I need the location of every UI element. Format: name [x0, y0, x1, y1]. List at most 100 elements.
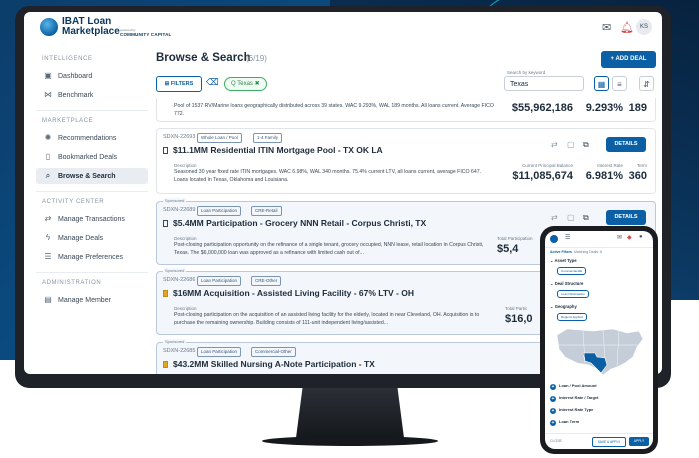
search-label: Search by keyword	[507, 70, 546, 75]
deal-tag: Loan Participation	[197, 347, 242, 357]
brand-logo-icon[interactable]	[40, 18, 58, 36]
open-external-icon[interactable]: ⧉	[583, 213, 589, 223]
benchmark-icon: ⋈	[44, 90, 52, 99]
plus-icon: +	[550, 384, 556, 390]
sidebar-section-administration: ADMINISTRATION	[42, 280, 102, 286]
deal-title[interactable]: $11.1MM Residential ITIN Mortgage Pool -…	[163, 145, 383, 155]
sidebar-item-manage-deals[interactable]: ϟ Manage Deals	[36, 230, 148, 246]
mobile-section-deal-structure[interactable]: ⌄ Deal Structure	[550, 281, 583, 286]
bookmark-icon[interactable]	[163, 147, 168, 154]
mobile-row-interest-rate-target[interactable]: + Interest Rate / Target	[550, 395, 599, 402]
deal-tag: Whole Loan / Pool	[197, 133, 242, 143]
mobile-chip[interactable]: Commercial-RE	[557, 267, 587, 275]
sidebar-section-intelligence: INTELLIGENCE	[42, 56, 93, 62]
remove-chip-icon[interactable]: ✖	[255, 81, 260, 87]
brand-name-line2: Marketplace	[62, 26, 120, 37]
mobile-avatar-icon[interactable]: ●	[639, 234, 643, 240]
mobile-row-loan-term[interactable]: + Loan Term	[550, 419, 579, 426]
mail-icon[interactable]: ✉	[602, 21, 611, 34]
mobile-brand-logo-icon[interactable]	[550, 235, 558, 243]
deal-tag: CRE-Retail	[251, 206, 282, 216]
clear-filters-icon[interactable]: ⌫	[206, 77, 219, 88]
list-view-button[interactable]: ≡	[612, 76, 627, 91]
compare-icon[interactable]: ⇄	[551, 140, 558, 149]
sidebar-divider	[36, 191, 148, 192]
mobile-row-loan-amount[interactable]: + Loan / Pool Amount	[550, 383, 597, 390]
deal-term: 360	[628, 170, 647, 182]
mobile-mail-icon[interactable]: ✉	[617, 234, 622, 241]
grid-view-button[interactable]: ▦	[594, 76, 609, 91]
open-external-icon[interactable]: ⧉	[583, 140, 589, 150]
section-label: Geography	[554, 304, 577, 309]
sidebar-item-manage-preferences[interactable]: ☰ Manage Preferences	[36, 249, 148, 265]
sidebar-item-bookmarked-deals[interactable]: ▯ Bookmarked Deals	[36, 149, 148, 165]
deal-rate: 6.981%	[585, 170, 623, 182]
monitor-base	[262, 436, 438, 446]
deal-balance: $55,962,186	[511, 102, 573, 114]
page-title: Browse & Search	[156, 52, 251, 64]
sort-icon: ⇵	[643, 80, 650, 89]
mobile-apply-button[interactable]: APPLY	[629, 437, 649, 446]
mobile-close-button[interactable]: CLOSE	[550, 439, 562, 443]
sidebar-item-dashboard[interactable]: ▣ Dashboard	[36, 68, 148, 84]
deal-tag: Commercial-Other	[251, 347, 296, 357]
deal-description: Post-closing participation on the acquis…	[174, 312, 480, 326]
monitor-stand	[296, 388, 404, 438]
mobile-bell-icon[interactable]: ◆	[627, 234, 632, 241]
deal-card[interactable]: Pool of 1537 RV/Marine loans geographica…	[156, 98, 656, 122]
bookmark-icon[interactable]	[163, 220, 168, 227]
sort-button[interactable]: ⇵	[639, 76, 654, 91]
rate-label: Interest Rate	[597, 163, 623, 168]
filter-chip-label: Q Texas	[231, 81, 253, 87]
mobile-chip[interactable]: Regions Applied	[557, 313, 587, 321]
list-icon: ≡	[617, 80, 622, 89]
deal-card[interactable]: SDXN-22693 Whole Loan / Pool 1-4 Family …	[156, 128, 656, 194]
tab-active-filters[interactable]: Active Filters	[550, 250, 572, 254]
filters-button[interactable]: ⊞ FILTERS	[156, 76, 202, 92]
mobile-section-geography[interactable]: ⌄ Geography	[550, 304, 577, 309]
keyword-search-input[interactable]: Texas	[504, 76, 584, 91]
document-icon[interactable]: ▢	[567, 140, 575, 149]
description-label: Description	[174, 306, 197, 311]
mobile-chip[interactable]: Loan Participation	[557, 290, 590, 298]
sidebar-divider	[36, 110, 148, 111]
sidebar-item-label: Manage Transactions	[58, 216, 125, 223]
add-deal-button[interactable]: + ADD DEAL	[601, 51, 656, 68]
bookmark-filled-icon[interactable]	[163, 290, 168, 297]
bookmark-filled-icon[interactable]	[163, 361, 168, 368]
sidebar-item-browse-search[interactable]: ⌕ Browse & Search	[36, 168, 148, 184]
mobile-save-apply-button[interactable]: SAVE & APPLY	[592, 437, 626, 447]
sidebar-item-label: Manage Preferences	[58, 254, 123, 261]
row-label: Interest Rate Type	[559, 407, 594, 412]
deal-description: Seasoned 30 year fixed rate ITIN mortgag…	[174, 169, 482, 183]
deal-title[interactable]: $5.4MM Participation - Grocery NNN Retai…	[163, 218, 426, 228]
top-bar: IBAT Loan Marketplace powered by COMMUNI…	[24, 12, 662, 42]
document-icon[interactable]: ▢	[567, 213, 575, 222]
sidebar-item-manage-transactions[interactable]: ⇄ Manage Transactions	[36, 211, 148, 227]
compare-icon[interactable]: ⇄	[551, 213, 558, 222]
deal-rate: 9.293%	[585, 102, 623, 114]
user-avatar[interactable]: KS	[636, 19, 652, 35]
deal-title-text: $16MM Acquisition - Assisted Living Faci…	[173, 288, 415, 298]
row-label: Loan / Pool Amount	[559, 383, 597, 388]
deal-title[interactable]: $16MM Acquisition - Assisted Living Faci…	[163, 288, 414, 298]
sidebar-item-label: Benchmark	[58, 92, 94, 99]
deal-title[interactable]: $43.2MM Skilled Nursing A-Note Participa…	[163, 359, 375, 369]
mobile-menu-icon[interactable]: ☰	[565, 234, 570, 241]
sidebar-item-recommendations[interactable]: ✺ Recommendations	[36, 130, 148, 146]
bookmark-icon: ▯	[45, 152, 51, 161]
notification-bell-icon[interactable]: 🔔︎	[620, 21, 634, 34]
details-button[interactable]: DETAILS	[606, 137, 646, 152]
recommendations-icon: ✺	[44, 133, 52, 142]
sidebar-item-benchmark[interactable]: ⋈ Benchmark	[36, 87, 148, 103]
mobile-section-asset-type[interactable]: ⌄ Asset Type	[550, 258, 577, 263]
transactions-icon: ⇄	[44, 214, 52, 223]
section-label: Deal Structure	[554, 281, 584, 286]
active-filter-chip[interactable]: Q Texas ✖	[224, 77, 267, 91]
details-button[interactable]: DETAILS	[606, 210, 646, 225]
tab-matching-deals[interactable]: Matching Deals: 6	[574, 250, 602, 254]
mobile-filter-tabs[interactable]: Active Filters Matching Deals: 6	[550, 250, 602, 254]
sidebar-item-manage-member[interactable]: ▤ Manage Member	[36, 292, 148, 308]
mobile-row-interest-rate-type[interactable]: + Interest Rate Type	[550, 407, 593, 414]
us-map-icon[interactable]	[553, 323, 645, 377]
